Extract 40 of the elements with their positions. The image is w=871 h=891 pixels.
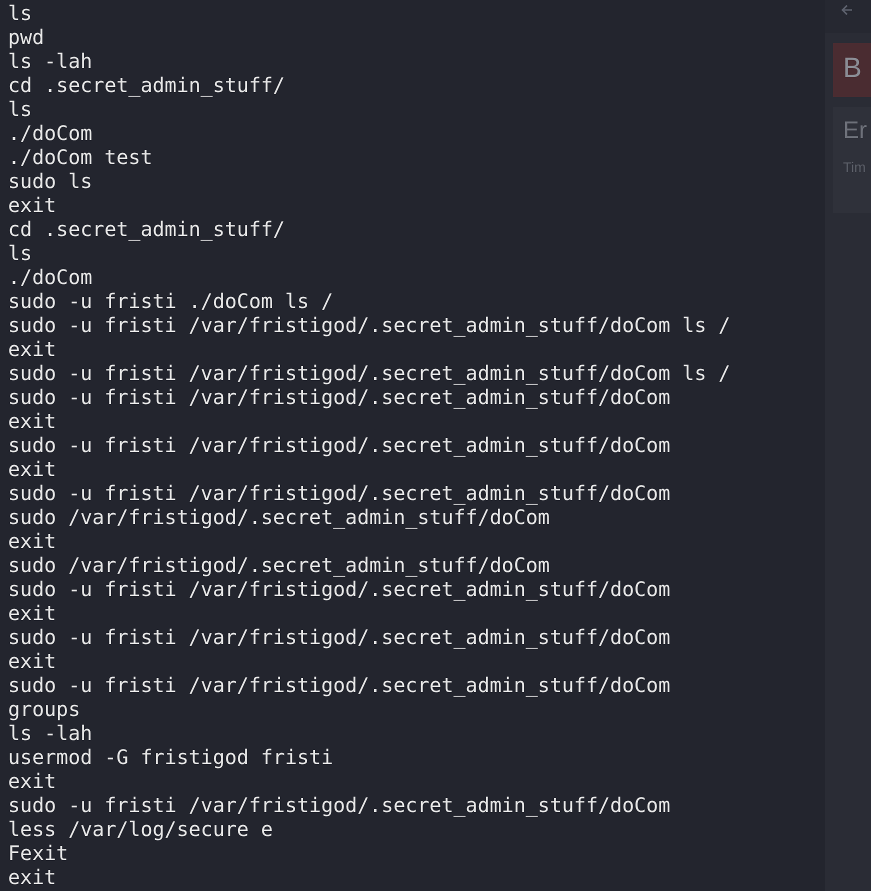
terminal-line: exit (8, 865, 56, 889)
terminal-line: Fexit (8, 841, 68, 865)
terminal-line: ./doCom (8, 265, 92, 289)
terminal-line: ls (8, 97, 32, 121)
back-arrow-icon[interactable] (841, 4, 853, 16)
terminal-line: sudo -u fristi /var/fristigod/.secret_admin_stuff/doCom (8, 793, 670, 817)
terminal-line: sudo /var/fristigod/.secret_admin_stuff/doCom (8, 505, 550, 529)
terminal-line: exit (8, 457, 56, 481)
terminal-line: exit (8, 337, 56, 361)
terminal-line: ./doCom test (8, 145, 152, 169)
terminal-line: exit (8, 649, 56, 673)
terminal-line: pwd (8, 25, 44, 49)
terminal-line: exit (8, 193, 56, 217)
banner-text: B (843, 52, 862, 83)
terminal-line: less /var/log/secure e (8, 817, 273, 841)
terminal-line: sudo -u fristi /var/fristigod/.secret_admin_stuff/doCom (8, 385, 670, 409)
terminal-line: sudo -u fristi ./doCom ls / (8, 289, 334, 313)
terminal-line: sudo -u fristi /var/fristigod/.secret_admin_stuff/doCom (8, 673, 670, 697)
terminal-line: sudo /var/fristigod/.secret_admin_stuff/doCom (8, 553, 550, 577)
terminal-line: sudo -u fristi /var/fristigod/.secret_admin_stuff/doCom (8, 577, 670, 601)
terminal-line: ls (8, 241, 32, 265)
terminal-line: exit (8, 409, 56, 433)
terminal-line: exit (8, 769, 56, 793)
terminal-line: cd .secret_admin_stuff/ (8, 73, 285, 97)
terminal-line: sudo -u fristi /var/fristigod/.secret_admin_stuff/doCom (8, 481, 670, 505)
terminal-line: sudo -u fristi /var/fristigod/.secret_admin_stuff/doCom (8, 625, 670, 649)
terminal-line: cd .secret_admin_stuff/ (8, 217, 285, 241)
terminal-line: exit (8, 529, 56, 553)
terminal-line: groups (8, 697, 80, 721)
terminal-line: sudo -u fristi /var/fristigod/.secret_admin_stuff/doCom ls / (8, 313, 730, 337)
terminal-line: ls -lah (8, 721, 92, 745)
terminal-line: ./doCom (8, 121, 92, 145)
terminal-line: ls -lah (8, 49, 92, 73)
terminal-line: sudo -u fristi /var/fristigod/.secret_admin_stuff/doCom ls / (8, 361, 730, 385)
terminal-line: sudo ls (8, 169, 92, 193)
terminal-line: usermod -G fristigod fristi (8, 745, 334, 769)
terminal-line: ls (8, 1, 32, 25)
card-heading: Er (843, 116, 868, 146)
terminal-line: exit (8, 601, 56, 625)
terminal-line: sudo -u fristi /var/fristigod/.secret_admin_stuff/doCom (8, 433, 670, 457)
